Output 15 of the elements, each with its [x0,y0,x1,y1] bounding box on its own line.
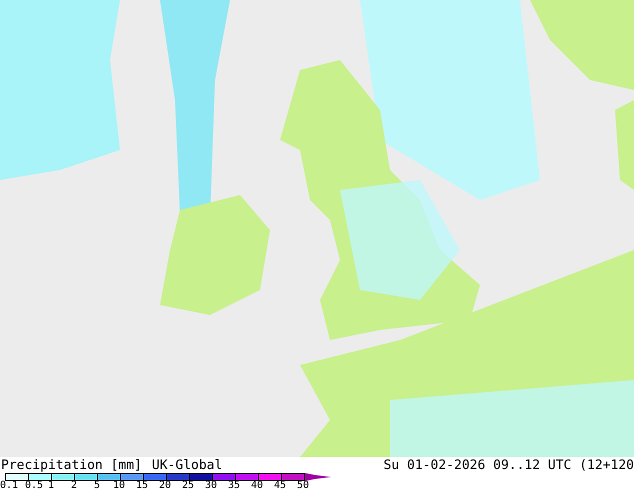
model-name: UK-Global [152,458,222,472]
legend-tick-label: 50 [297,481,310,490]
legend-tick-label: 20 [159,481,172,490]
map-title: Precipitation [mm] [1,458,142,472]
legend-tick-label: 0.1 [0,481,18,490]
legend-tick-label: 45 [274,481,286,490]
legend-tick-label: 0.5 [25,481,44,490]
legend-tick-label: 1 [48,481,54,490]
legend-tick-label: 35 [228,481,240,490]
legend-tick-label: 10 [113,481,126,490]
legend-tick-label: 15 [136,481,148,490]
legend-tick-label: 25 [182,481,194,490]
legend-tick-label: 5 [94,481,100,490]
valid-time: Su 01-02-2026 09..12 UTC (12+120 [384,458,634,472]
legend-tick-label: 40 [251,481,264,490]
